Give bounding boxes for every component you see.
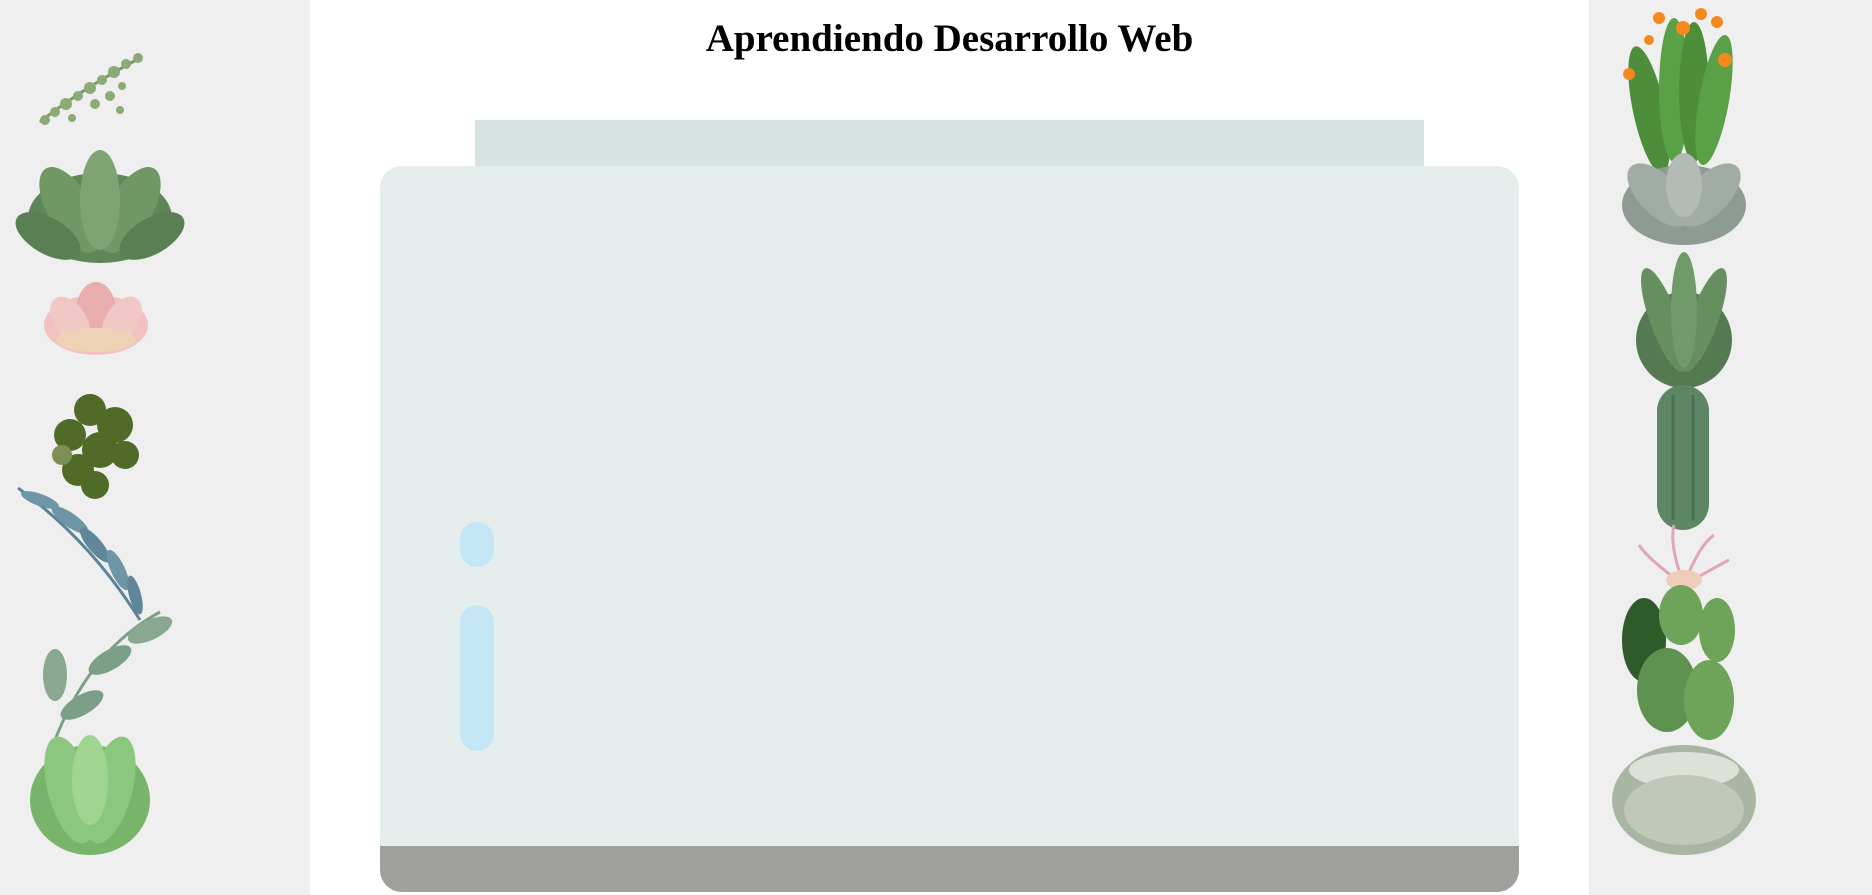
- eucalyptus-branch-icon: [17, 486, 173, 741]
- flowering-cactus-icon: [1623, 8, 1733, 174]
- jar-shine-small: [460, 522, 494, 567]
- dark-clover-icon: [52, 394, 139, 499]
- left-plant-column: [0, 0, 310, 895]
- jar-body: [380, 166, 1519, 892]
- air-plant-icon: [1637, 524, 1730, 590]
- gray-succulent-icon: [1622, 153, 1746, 245]
- right-plant-column: [1589, 0, 1872, 895]
- jar-lid: [475, 120, 1424, 168]
- echeveria-icon: [15, 150, 185, 263]
- pink-succulent-icon: [44, 282, 148, 355]
- columnar-cactus-icon: [1657, 385, 1709, 530]
- trailing-succulent-icon: [39, 53, 143, 125]
- page-title: Aprendiendo Desarrollo Web: [705, 17, 1194, 60]
- round-cactus-icon: [1612, 745, 1756, 855]
- aloe-icon: [1636, 252, 1732, 388]
- jar-base: [380, 846, 1519, 892]
- prickly-pear-icon: [1622, 585, 1735, 740]
- green-rosette-icon: [30, 735, 150, 855]
- jar-shine-long: [460, 605, 494, 751]
